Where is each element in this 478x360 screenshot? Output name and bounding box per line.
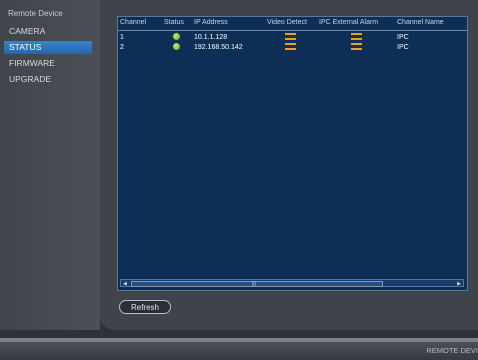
scrollbar-grip-icon: ||| [252, 281, 256, 287]
scroll-right-arrow-icon[interactable]: ▶ [457, 281, 461, 287]
scroll-left-arrow-icon[interactable]: ◀ [123, 281, 127, 287]
ipc-external-alarm-icon[interactable] [351, 33, 362, 41]
sidebar: Remote Device CAMERA STATUS FIRMWARE UPG… [0, 0, 100, 330]
cell-channel-name: IPC [397, 34, 409, 41]
bottom-bar: REMOTE DEVI [0, 338, 478, 360]
cell-channel: 2 [120, 44, 124, 51]
sidebar-item-camera[interactable]: CAMERA [4, 25, 92, 38]
bottom-bar-highlight [0, 338, 478, 342]
column-header-ipc-external-alarm[interactable]: IPC External Alarm [319, 19, 378, 26]
ipc-external-alarm-icon[interactable] [351, 43, 362, 51]
cell-channel-name: IPC [397, 44, 409, 51]
sidebar-item-status[interactable]: STATUS [4, 41, 92, 54]
scrollbar-thumb[interactable]: ||| [131, 281, 383, 287]
horizontal-scrollbar[interactable]: ◀ ||| ▶ [120, 279, 464, 287]
video-detect-alarm-icon[interactable] [285, 43, 296, 51]
sidebar-item-firmware[interactable]: FIRMWARE [4, 57, 92, 70]
table-header: Channel Status IP Address Video Detect I… [118, 19, 467, 29]
column-header-ip-address[interactable]: IP Address [194, 19, 228, 26]
table-row[interactable]: 1 10.1.1.128 IPC [118, 33, 467, 43]
cell-channel: 1 [120, 34, 124, 41]
column-header-channel[interactable]: Channel [120, 19, 146, 26]
refresh-button[interactable]: Refresh [119, 300, 171, 314]
column-header-status[interactable]: Status [164, 19, 184, 26]
cell-ip-address: 192.168.50.142 [194, 44, 243, 51]
video-detect-alarm-icon[interactable] [285, 33, 296, 41]
column-header-video-detect[interactable]: Video Detect [267, 19, 307, 26]
footer-label: REMOTE DEVI [426, 346, 478, 355]
status-online-icon [173, 43, 180, 50]
column-header-channel-name[interactable]: Channel Name [397, 19, 444, 26]
device-status-table: Channel Status IP Address Video Detect I… [117, 16, 468, 291]
main-panel: Channel Status IP Address Video Detect I… [100, 0, 478, 330]
table-row[interactable]: 2 192.168.50.142 IPC [118, 43, 467, 53]
sidebar-item-upgrade[interactable]: UPGRADE [4, 73, 92, 86]
header-divider [118, 30, 467, 31]
cell-ip-address: 10.1.1.128 [194, 34, 228, 41]
sidebar-title: Remote Device [8, 9, 63, 18]
status-online-icon [173, 33, 180, 40]
